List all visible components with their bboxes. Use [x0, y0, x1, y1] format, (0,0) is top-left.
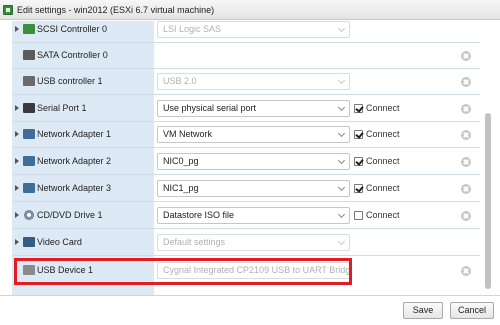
chevron-down-icon: [337, 103, 346, 112]
connect-checkbox[interactable]: [354, 103, 363, 113]
device-label: CD/DVD Drive 1: [37, 210, 103, 220]
expand-arrow-icon[interactable]: [15, 105, 19, 111]
scsi-controller-icon: [23, 24, 35, 34]
vm-settings-icon: [3, 4, 13, 15]
scsi-type-select[interactable]: LSI Logic SAS: [157, 21, 350, 38]
connect-label: Connect: [366, 183, 400, 193]
dialog-footer: Save Cancel: [0, 295, 500, 325]
chevron-down-icon: [337, 24, 346, 33]
device-list: SCSI Controller 0 LSI Logic SAS SATA Con…: [0, 21, 500, 295]
device-label: SCSI Controller 0: [37, 24, 108, 34]
network-adapter-icon: [23, 129, 35, 139]
connect-toggle[interactable]: Connect: [354, 210, 400, 220]
select-value: NIC0_pg: [163, 156, 199, 166]
usb-version-select[interactable]: USB 2.0: [157, 73, 350, 90]
chevron-down-icon: [337, 237, 346, 246]
remove-icon[interactable]: [461, 51, 471, 61]
select-value: Datastore ISO file: [163, 210, 235, 220]
connect-checkbox[interactable]: [354, 183, 363, 193]
connect-checkbox[interactable]: [354, 210, 363, 220]
chevron-down-icon: [337, 210, 346, 219]
connect-checkbox[interactable]: [354, 156, 363, 166]
select-value: Default settings: [163, 237, 226, 247]
usb-controller-icon: [23, 76, 35, 86]
connect-toggle[interactable]: Connect: [354, 103, 400, 113]
chevron-down-icon: [337, 183, 346, 192]
network-adapter-icon: [23, 183, 35, 193]
remove-icon[interactable]: [461, 157, 471, 167]
connect-label: Connect: [366, 129, 400, 139]
connect-checkbox[interactable]: [354, 129, 363, 139]
highlight-box: [14, 258, 352, 285]
select-value: USB 2.0: [163, 76, 197, 86]
select-value: Use physical serial port: [163, 103, 257, 113]
serial-port-icon: [23, 103, 35, 113]
expand-arrow-icon[interactable]: [15, 185, 19, 191]
expand-arrow-icon[interactable]: [15, 26, 19, 32]
device-row-serial-port-1: Serial Port 1 Use physical serial port C…: [12, 96, 480, 122]
scrollbar-thumb[interactable]: [485, 113, 491, 289]
dialog-title: Edit settings - win2012 (ESXi 6.7 virtua…: [17, 4, 215, 15]
connect-toggle[interactable]: Connect: [354, 183, 400, 193]
network-select[interactable]: VM Network: [157, 126, 350, 143]
remove-icon[interactable]: [461, 104, 471, 114]
connect-label: Connect: [366, 210, 400, 220]
device-row-cd-dvd-drive-1: CD/DVD Drive 1 Datastore ISO file Connec…: [12, 203, 480, 229]
device-label: Network Adapter 3: [37, 183, 112, 193]
device-label: Network Adapter 1: [37, 129, 112, 139]
device-row-usb-controller-1: USB controller 1 USB 2.0: [12, 69, 480, 95]
expand-arrow-icon[interactable]: [15, 131, 19, 137]
device-row-network-adapter-1: Network Adapter 1 VM Network Connect: [12, 122, 480, 148]
video-card-icon: [23, 237, 35, 247]
device-label: SATA Controller 0: [37, 50, 108, 60]
device-label: USB controller 1: [37, 76, 103, 86]
remove-icon[interactable]: [461, 130, 471, 140]
device-row-video-card: Video Card Default settings: [12, 230, 480, 256]
select-value: LSI Logic SAS: [163, 24, 222, 34]
network-adapter-icon: [23, 156, 35, 166]
device-row-network-adapter-2: Network Adapter 2 NIC0_pg Connect: [12, 149, 480, 175]
sata-controller-icon: [23, 50, 35, 60]
connect-label: Connect: [366, 103, 400, 113]
remove-icon[interactable]: [461, 77, 471, 87]
vertical-scrollbar[interactable]: [484, 21, 492, 295]
network-select[interactable]: NIC1_pg: [157, 180, 350, 197]
device-label: Network Adapter 2: [37, 156, 112, 166]
cd-dvd-source-select[interactable]: Datastore ISO file: [157, 207, 350, 224]
device-label: Video Card: [37, 237, 82, 247]
device-row-network-adapter-3: Network Adapter 3 NIC1_pg Connect: [12, 176, 480, 202]
select-value: NIC1_pg: [163, 183, 199, 193]
device-row-scsi-controller-0: SCSI Controller 0 LSI Logic SAS: [12, 21, 480, 43]
connect-label: Connect: [366, 156, 400, 166]
connect-toggle[interactable]: Connect: [354, 156, 400, 166]
video-settings-select[interactable]: Default settings: [157, 234, 350, 251]
save-button[interactable]: Save: [403, 302, 443, 319]
remove-icon[interactable]: [461, 266, 471, 276]
remove-icon[interactable]: [461, 211, 471, 221]
network-select[interactable]: NIC0_pg: [157, 153, 350, 170]
expand-arrow-icon[interactable]: [15, 158, 19, 164]
chevron-down-icon: [337, 129, 346, 138]
serial-port-type-select[interactable]: Use physical serial port: [157, 100, 350, 117]
dialog-titlebar: Edit settings - win2012 (ESXi 6.7 virtua…: [0, 0, 500, 20]
device-row-sata-controller-0: SATA Controller 0: [12, 43, 480, 69]
device-label: Serial Port 1: [37, 103, 87, 113]
chevron-down-icon: [337, 156, 346, 165]
cd-dvd-drive-icon: [23, 210, 35, 220]
expand-arrow-icon[interactable]: [15, 239, 19, 245]
connect-toggle[interactable]: Connect: [354, 129, 400, 139]
remove-icon[interactable]: [461, 184, 471, 194]
cancel-button[interactable]: Cancel: [450, 302, 494, 319]
chevron-down-icon: [337, 76, 346, 85]
expand-arrow-icon[interactable]: [15, 212, 19, 218]
select-value: VM Network: [163, 129, 213, 139]
